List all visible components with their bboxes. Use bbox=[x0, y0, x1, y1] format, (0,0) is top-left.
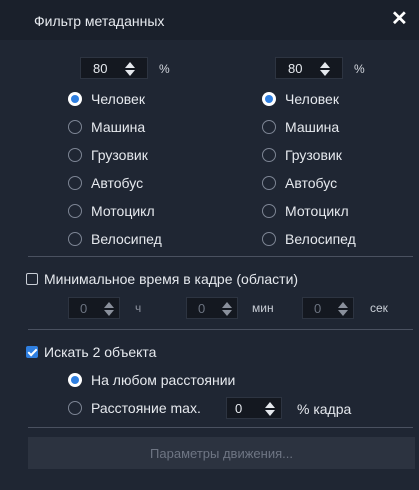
seconds-unit: сек bbox=[370, 301, 388, 315]
threshold-left-spinbox[interactable]: 80 bbox=[80, 57, 148, 79]
radio-label: Машина bbox=[285, 119, 340, 135]
radio-icon bbox=[68, 92, 82, 106]
max-distance-spinbox[interactable]: 0 bbox=[226, 397, 282, 419]
threshold-right-unit: % bbox=[354, 62, 365, 76]
divider bbox=[28, 427, 413, 428]
radio-icon bbox=[68, 204, 82, 218]
radio-icon bbox=[262, 232, 276, 246]
max-distance-unit: % кадра bbox=[297, 401, 352, 417]
checkbox-icon bbox=[26, 273, 38, 285]
minutes-unit: мин bbox=[252, 301, 274, 315]
minutes-spinbox[interactable]: 0 bbox=[186, 297, 238, 319]
radio-label: Мотоцикл bbox=[91, 203, 155, 219]
dialog-title: Фильтр метаданных bbox=[34, 13, 165, 29]
max-distance-value: 0 bbox=[235, 401, 243, 416]
radio-icon bbox=[262, 148, 276, 162]
radio-icon bbox=[262, 120, 276, 134]
radio-label: Велосипед bbox=[91, 231, 162, 247]
spin-arrows-icon[interactable] bbox=[338, 301, 348, 317]
spin-arrows-icon[interactable] bbox=[265, 401, 275, 417]
radio-label: Человек bbox=[91, 91, 145, 107]
seconds-value: 0 bbox=[314, 301, 322, 316]
radio-icon bbox=[68, 373, 82, 387]
hours-unit: ч bbox=[135, 301, 142, 315]
radio-label: Машина bbox=[91, 119, 146, 135]
radio-icon bbox=[262, 176, 276, 190]
radio-label: Расстояние max. bbox=[91, 400, 201, 416]
search-two-label: Искать 2 объекта bbox=[44, 344, 157, 360]
seconds-spinbox[interactable]: 0 bbox=[302, 297, 354, 319]
spin-arrows-icon[interactable] bbox=[320, 61, 330, 77]
radio-icon bbox=[68, 120, 82, 134]
title-bar: Фильтр метаданных ✕ bbox=[0, 0, 419, 40]
radio-label: На любом расстоянии bbox=[91, 372, 236, 388]
checkmark-icon bbox=[26, 346, 38, 358]
radio-icon bbox=[68, 176, 82, 190]
minutes-value: 0 bbox=[198, 301, 206, 316]
spin-arrows-icon[interactable] bbox=[222, 301, 232, 317]
radio-icon bbox=[262, 92, 276, 106]
radio-label: Велосипед bbox=[285, 231, 356, 247]
threshold-right-value: 80 bbox=[288, 61, 303, 76]
hours-value: 0 bbox=[80, 301, 88, 316]
spin-arrows-icon[interactable] bbox=[125, 61, 135, 77]
threshold-right-spinbox[interactable]: 80 bbox=[275, 57, 343, 79]
radio-label: Мотоцикл bbox=[285, 203, 349, 219]
radio-label: Автобус bbox=[285, 175, 338, 191]
min-time-label: Минимальное время в кадре (области) bbox=[44, 271, 299, 287]
radio-label: Грузовик bbox=[285, 147, 342, 163]
motion-params-button[interactable]: Параметры движения... bbox=[28, 437, 415, 469]
hours-spinbox[interactable]: 0 bbox=[68, 297, 120, 319]
threshold-left-unit: % bbox=[159, 62, 170, 76]
radio-label: Автобус bbox=[91, 175, 144, 191]
metadata-filter-dialog: Фильтр метаданных ✕ 80 % 80 % Человек Ма… bbox=[0, 0, 419, 490]
close-icon[interactable]: ✕ bbox=[391, 9, 408, 29]
radio-icon bbox=[68, 401, 82, 415]
radio-icon bbox=[68, 232, 82, 246]
divider bbox=[28, 256, 413, 257]
threshold-left-value: 80 bbox=[93, 61, 108, 76]
motion-params-label: Параметры движения... bbox=[150, 446, 293, 461]
radio-label: Грузовик bbox=[91, 147, 148, 163]
radio-icon bbox=[262, 204, 276, 218]
spin-arrows-icon[interactable] bbox=[104, 301, 114, 317]
radio-label: Человек bbox=[285, 91, 339, 107]
radio-icon bbox=[68, 148, 82, 162]
divider bbox=[28, 329, 413, 330]
